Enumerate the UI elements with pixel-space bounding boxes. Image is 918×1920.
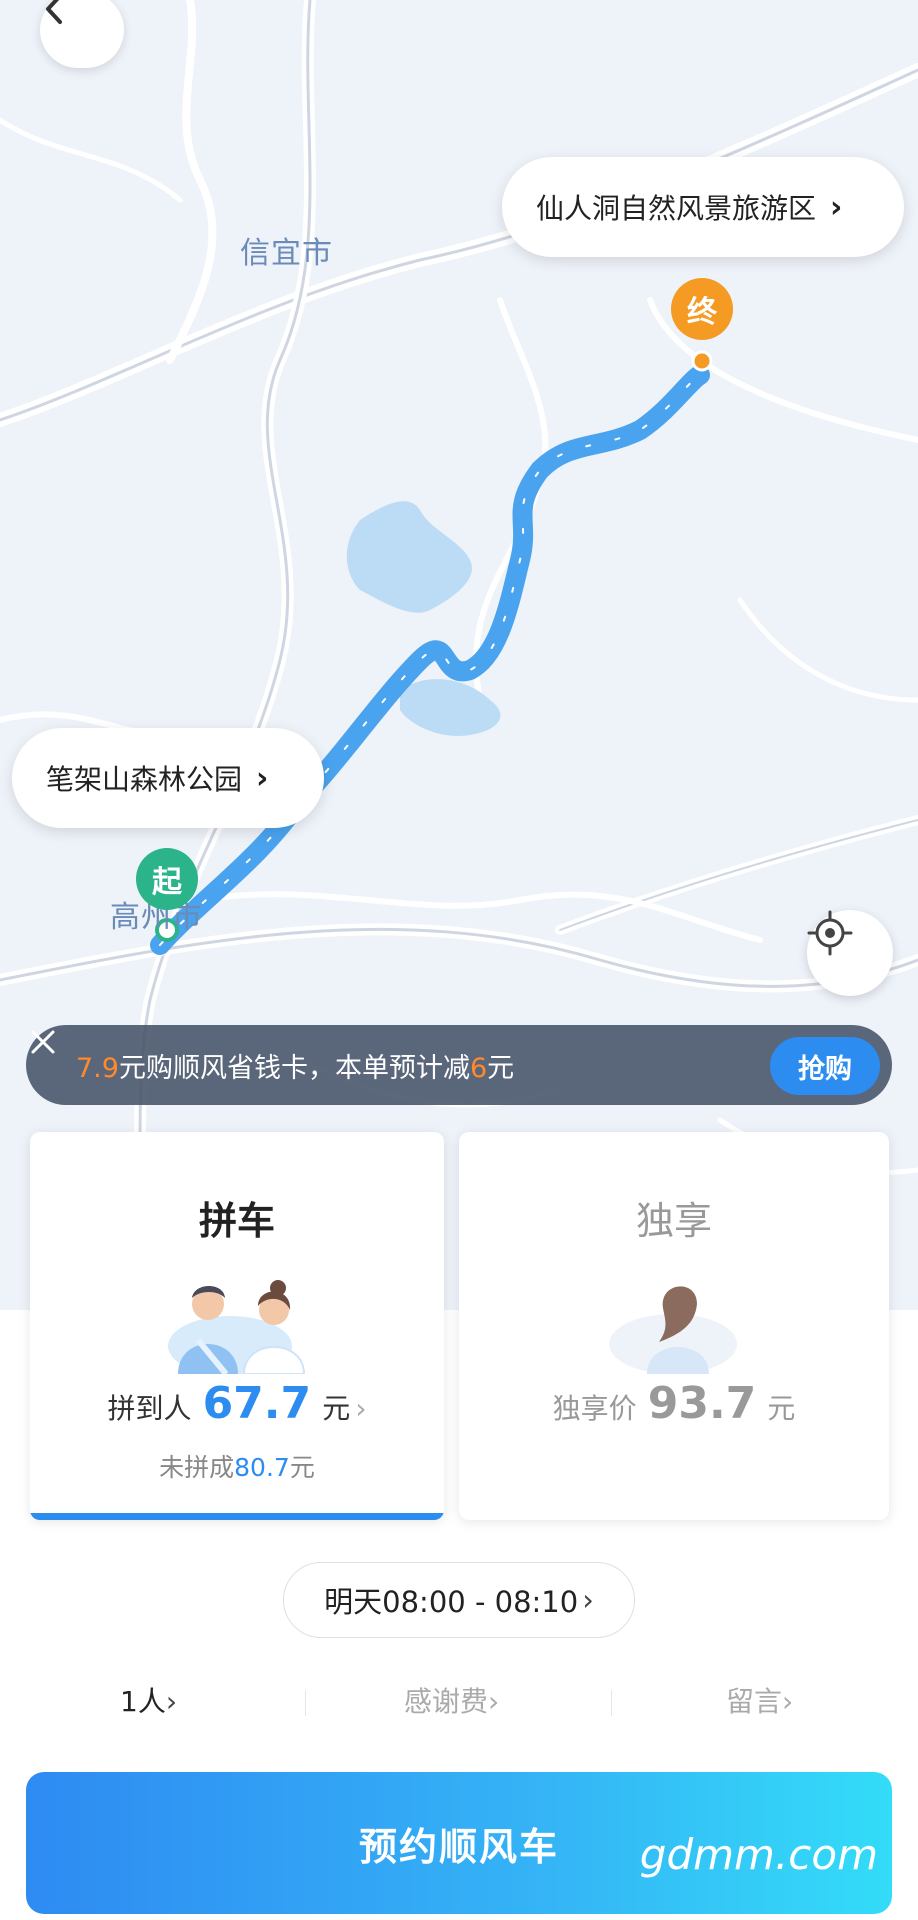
end-location-label: 仙人洞自然风景旅游区 [536,192,817,225]
city-label-xinyi: 信宜市 [240,236,333,271]
carpool-option-card[interactable]: 拼车 拼到人 67.7 元 › 未拼成80.7元 [30,1132,444,1520]
route-line [150,365,710,955]
divider [305,1690,306,1716]
back-button[interactable] [40,0,124,68]
promo-text-middle: 元购顺风省钱卡，本单预计减 [118,1052,470,1084]
chevron-right-icon: › [488,1685,500,1718]
chevron-right-icon: › [582,1583,594,1617]
map-view[interactable]: 信宜市 高州市 仙人洞自然风景旅游区 › 终 笔架山森林公园 › 起 7.9元购… [0,0,918,1310]
chevron-right-icon: › [256,760,269,796]
end-location-bubble[interactable]: 仙人洞自然风景旅游区 › [502,157,904,257]
message-selector[interactable]: 留言› [726,1680,793,1720]
chevron-right-icon: › [165,1685,178,1718]
exclusive-price-row: 独享价 93.7 元 [459,1378,889,1429]
close-icon[interactable] [26,1025,60,1059]
carpool-sub-prefix: 未拼成 [159,1453,235,1482]
carpool-price-row: 拼到人 67.7 元 › [30,1378,444,1429]
carpool-sub-value: 80.7 [234,1453,290,1482]
promo-text-end: 元 [487,1052,515,1084]
exclusive-price: 93.7 [647,1378,757,1429]
carpool-price-prefix: 拼到人 [107,1392,192,1425]
carpool-sub-price: 未拼成80.7元 [30,1448,444,1484]
carpool-passengers-illustration [168,1280,306,1374]
chevron-right-icon: › [830,189,843,225]
passenger-count-label: 1人 [120,1685,166,1718]
selected-indicator [30,1513,444,1520]
exclusive-title: 独享 [635,1199,712,1243]
locate-button[interactable] [807,910,893,996]
chevron-right-icon: › [355,1392,367,1425]
message-label: 留言 [726,1685,783,1718]
chevron-left-icon [46,0,62,24]
chevron-right-icon: › [782,1685,794,1718]
carpool-price-unit: 元 [322,1392,351,1425]
divider [611,1690,612,1716]
exclusive-passenger-illustration [609,1286,737,1374]
watermark: gdmm.com [639,1830,878,1879]
promo-text: 7.9元购顺风省钱卡，本单预计减6元 [76,1046,514,1085]
start-location-bubble[interactable]: 笔架山森林公园 › [12,728,324,828]
exclusive-price-unit: 元 [767,1392,796,1425]
carpool-title: 拼车 [198,1199,275,1243]
passenger-count-selector[interactable]: 1人› [120,1680,177,1720]
carpool-sub-unit: 元 [289,1453,315,1482]
departure-time-selector[interactable]: 明天08:00 - 08:10 › [283,1562,635,1638]
promo-discount: 6 [469,1052,488,1084]
start-location-label: 笔架山森林公园 [46,763,243,796]
start-pin: 起 [136,848,198,910]
departure-time-label: 明天08:00 - 08:10 [324,1585,579,1619]
promo-card-price: 7.9 [76,1052,119,1084]
thanks-fee-selector[interactable]: 感谢费› [404,1680,499,1720]
thanks-fee-label: 感谢费 [404,1685,489,1718]
crosshair-icon [807,910,853,956]
buy-now-button[interactable]: 抢购 [770,1037,880,1095]
end-pin: 终 [671,278,733,340]
carpool-price: 67.7 [202,1378,312,1429]
book-ride-label: 预约顺风车 [358,1824,559,1869]
exclusive-option-card[interactable]: 独享 独享价 93.7 元 [459,1132,889,1520]
promo-banner: 7.9元购顺风省钱卡，本单预计减6元 抢购 [26,1025,892,1105]
exclusive-price-prefix: 独享价 [552,1392,637,1425]
